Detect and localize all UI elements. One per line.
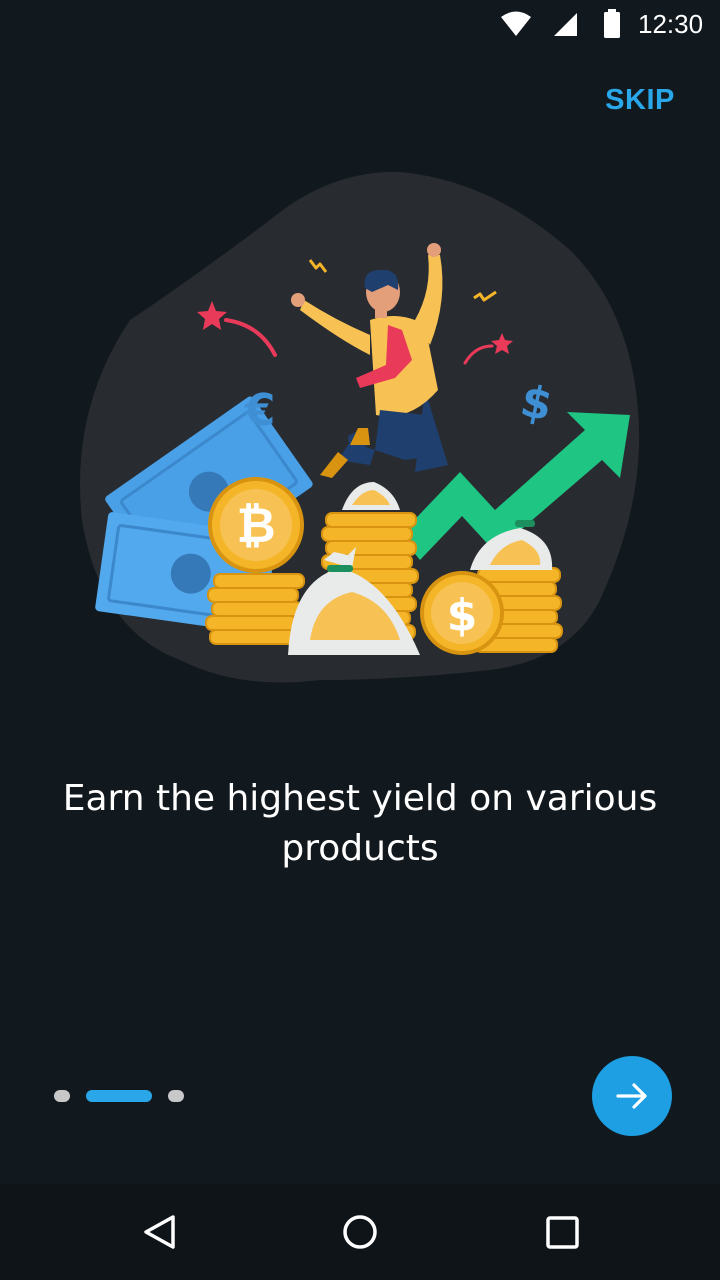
coin-stack-left [205,573,305,645]
page-dot-active[interactable] [86,1090,152,1102]
arrow-right-icon [616,1083,647,1109]
next-button[interactable] [592,1056,672,1136]
dollar-coin: $ [420,571,504,655]
system-nav-bar [0,1184,720,1280]
svg-text:₿: ₿ [236,498,275,554]
page-dot[interactable] [168,1090,184,1102]
status-clock: 12:30 [638,9,704,39]
bitcoin-coin: ₿ [208,477,304,573]
euro-symbol: € [244,385,276,436]
cell-signal-icon [552,11,578,42]
recents-icon[interactable] [542,1208,582,1261]
skip-button[interactable]: SKIP [590,78,690,122]
status-bar: 12:30 [0,0,720,48]
back-icon[interactable] [140,1208,180,1261]
battery-icon [603,9,621,44]
onboarding-title: Earn the highest yield on various produc… [62,778,658,869]
wifi-icon [500,10,532,43]
onboarding-screen: 12:30 SKIP ₿ $ € $ Earn the highest yiel… [0,0,720,1280]
home-icon[interactable] [338,1208,382,1261]
svg-text:$: $ [447,590,478,641]
onboarding-finance-illustration: ₿ $ € $ [80,171,640,683]
page-dot[interactable] [54,1090,70,1102]
